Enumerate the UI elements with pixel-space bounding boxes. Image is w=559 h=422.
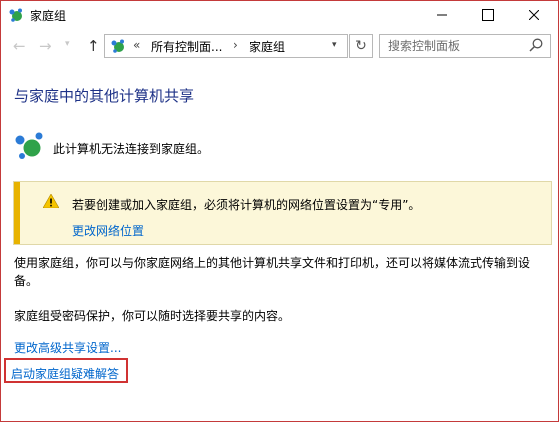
warning-text: 若要创建或加入家庭组，必须将计算机的网络位置设置为“专用”。 [72,198,421,212]
homegroup-troubleshooter-link[interactable]: 启动家庭组疑难解答 [11,365,119,382]
refresh-button[interactable]: ↻ [349,34,373,58]
breadcrumb-item-control-panel[interactable]: 所有控制面... [151,38,222,55]
up-button[interactable]: ↑ [87,37,100,55]
close-button[interactable] [511,1,557,29]
window-title: 家庭组 [30,9,67,23]
change-network-location-link[interactable]: 更改网络位置 [72,222,144,239]
warning-icon [43,194,59,208]
homegroup-window: 家庭组 ← → ▾ ↑ « 所有控制面... › 家庭组 ▾ ↻ 搜索控制面板 … [0,0,559,422]
up-arrow-icon: ↑ [87,37,100,55]
maximize-icon [482,9,494,21]
back-button[interactable]: ← [13,37,26,55]
recent-locations-button[interactable]: ▾ [65,39,70,49]
breadcrumb-separator[interactable]: › [233,38,238,52]
breadcrumb-item-homegroup[interactable]: 家庭组 [249,38,285,55]
password-note: 家庭组受密码保护，你可以随时选择要共享的内容。 [14,309,291,323]
status-text: 此计算机无法连接到家庭组。 [53,142,210,156]
minimize-button[interactable] [419,1,465,29]
homegroup-large-icon [15,132,43,159]
search-icon[interactable] [528,37,544,53]
address-bar[interactable]: « 所有控制面... › 家庭组 ▾ [104,34,348,58]
homegroup-icon [9,8,22,22]
page-title: 与家庭中的其他计算机共享 [14,87,195,105]
forward-button[interactable]: → [39,37,52,55]
maximize-button[interactable] [465,1,511,29]
address-dropdown-button[interactable]: ▾ [332,40,337,50]
title-bar[interactable]: 家庭组 [1,1,558,29]
breadcrumb-overflow[interactable]: « [133,38,140,52]
search-box[interactable] [379,34,551,58]
refresh-icon: ↻ [355,38,367,54]
advanced-sharing-settings-link[interactable]: 更改高级共享设置... [14,339,121,356]
close-icon [529,10,539,20]
warning-banner: 若要创建或加入家庭组，必须将计算机的网络位置设置为“专用”。 更改网络位置 [13,181,552,245]
search-input[interactable] [388,37,520,54]
homegroup-icon [111,39,124,53]
minimize-icon [437,14,447,16]
navigation-bar: ← → ▾ ↑ « 所有控制面... › 家庭组 ▾ ↻ 搜索控制面板 [1,29,558,63]
back-arrow-icon: ← [13,37,26,55]
homegroup-description: 使用家庭组，你可以与你家庭网络上的其他计算机共享文件和打印机，还可以将媒体流式传… [14,256,531,288]
warning-accent-bar [14,182,20,244]
forward-arrow-icon: → [39,37,52,55]
chevron-down-icon: ▾ [332,40,337,50]
chevron-down-icon: ▾ [65,39,70,49]
